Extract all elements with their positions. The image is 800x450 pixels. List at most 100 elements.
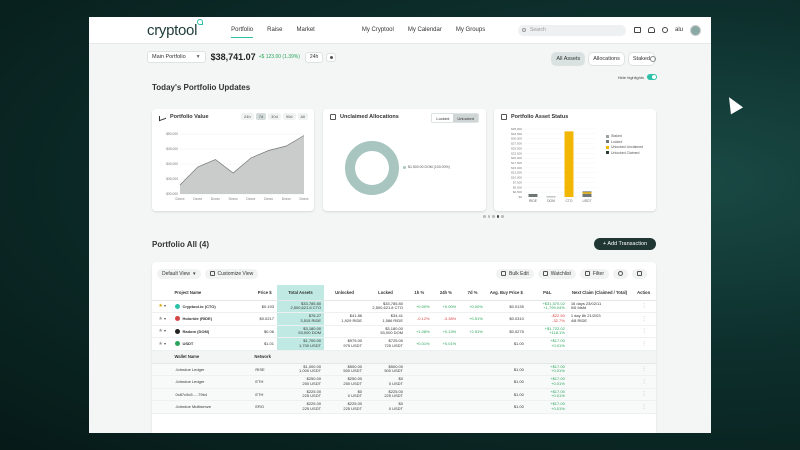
more-icon[interactable]: ⋮ xyxy=(642,316,647,322)
nav-raise[interactable]: Raise xyxy=(267,25,282,35)
expand-caret-icon[interactable]: ▾ xyxy=(164,303,166,308)
carousel-dot[interactable] xyxy=(487,215,490,218)
col-network[interactable]: Network xyxy=(252,350,277,364)
table-row[interactable]: ★ ▾ Cryptool.io (CTO) $0.193 $33,785.80 2,50… xyxy=(152,300,656,313)
mail-icon[interactable] xyxy=(633,27,641,33)
more-icon[interactable]: ⋮ xyxy=(642,366,647,372)
expand-caret-icon[interactable]: ▾ xyxy=(164,328,166,333)
x-tick-label: USDT xyxy=(583,199,592,203)
project-name[interactable]: USDT xyxy=(182,341,193,346)
watchlist-button[interactable]: Watchlist xyxy=(537,268,576,279)
total-assets-cell: $1,000.00 1,000 USDT xyxy=(276,363,325,376)
table-row[interactable]: ★ ▾ Holoride (RIDE) $0.0217 $76.27 3,515 RID… xyxy=(152,312,656,326)
more-icon[interactable]: ⋮ xyxy=(642,303,647,309)
expand-caret-icon[interactable]: ▾ xyxy=(164,341,166,346)
search-input[interactable]: Search xyxy=(517,24,626,36)
unlocked-cell xyxy=(324,300,366,313)
legend-locked: Locked xyxy=(606,140,643,144)
col-24h[interactable]: 24h % xyxy=(432,285,460,301)
portfolio-bar: Main Portfolio ▼ $38,741.07 +$ 123.00 (1.… xyxy=(89,44,711,70)
range-all[interactable]: All xyxy=(297,113,308,120)
more-icon[interactable]: ⋮ xyxy=(642,341,647,347)
wallet-row[interactable]: Johndoe Ledger RISE $1,000.00 1,000 USDT $50… xyxy=(152,363,656,376)
carousel-dot[interactable] xyxy=(496,215,499,218)
view-all-assets[interactable]: All Assets xyxy=(551,52,586,66)
avg-buy-cell: $1.00 xyxy=(485,375,527,389)
hide-highlights-toggle[interactable] xyxy=(647,74,657,80)
col-project-name[interactable]: Project Name xyxy=(172,285,253,301)
star-icon[interactable]: ★ xyxy=(158,303,162,309)
x-tick-label: Dxxxx xyxy=(264,197,273,201)
nav-my-cryptool[interactable]: My Cryptool xyxy=(362,25,394,35)
col-7d[interactable]: 7d % xyxy=(459,285,486,301)
hide-highlights[interactable]: Hide highlights xyxy=(618,74,657,80)
portfolio-all-title: Portfolio All (4) xyxy=(152,240,210,249)
range-24h[interactable]: 24h xyxy=(241,113,254,120)
eye-icon[interactable] xyxy=(326,52,337,62)
toggle-locked[interactable]: Locked xyxy=(432,114,454,122)
carousel-dot[interactable] xyxy=(492,215,495,218)
help-icon[interactable] xyxy=(661,27,668,33)
project-name[interactable]: Cryptool.io (CTO) xyxy=(182,304,215,309)
col-next-claim[interactable]: Next Claim (Claimed / Total) xyxy=(567,285,632,301)
view-allocations[interactable]: Allocations xyxy=(588,52,625,66)
add-transaction-button[interactable]: + Add Transaction xyxy=(594,238,656,250)
project-name[interactable]: Holoride (RIDE) xyxy=(182,316,212,321)
col-locked[interactable]: Locked xyxy=(365,285,406,301)
wallet-row[interactable]: Johndoe Multisenze ERO $225.00 225 USDT $225… xyxy=(152,400,656,414)
period-selector[interactable]: 24h xyxy=(304,51,324,63)
bulk-edit-button[interactable]: Bulk Edit xyxy=(496,268,534,279)
more-icon[interactable]: ⋮ xyxy=(642,379,647,385)
nav-market[interactable]: Market xyxy=(296,25,314,35)
star-icon[interactable]: ★ xyxy=(158,341,162,347)
project-name[interactable]: Radom (DOM) xyxy=(182,329,209,334)
d7-cell: +0.00% xyxy=(459,300,486,313)
area-fill xyxy=(180,135,304,194)
col-price[interactable]: Price $ xyxy=(252,285,277,301)
default-view-select[interactable]: Default View ▾ xyxy=(157,268,201,279)
col-pnl[interactable]: P&L xyxy=(526,285,568,301)
x-tick-label: CTO xyxy=(566,199,573,203)
table-row[interactable]: ★ ▾ Radom (DOM) $0.06 $3,180.00 53,000 DOM $3… xyxy=(152,325,656,338)
wallet-row[interactable]: Johndoe Ledger ETH $250.00 250 USDT $250.00 2… xyxy=(152,375,656,389)
col-unlocked[interactable]: Unlocked xyxy=(324,285,366,301)
filter-button[interactable]: Filter xyxy=(579,268,609,279)
nav-my-calendar[interactable]: My Calendar xyxy=(408,25,442,35)
portfolio-total: $38,741.07 xyxy=(210,52,256,62)
range-7d[interactable]: 7d xyxy=(255,113,267,120)
legend-swatch xyxy=(403,165,406,169)
range-30d[interactable]: 30d xyxy=(268,113,281,120)
avatar[interactable] xyxy=(690,24,701,36)
range-90d[interactable]: 90d xyxy=(282,113,296,120)
y-tick-label: $45,000 xyxy=(166,147,178,151)
bell-icon[interactable] xyxy=(647,27,655,33)
more-icon[interactable]: ⋮ xyxy=(642,328,647,334)
expand-caret-icon[interactable]: ▾ xyxy=(164,316,166,321)
nav-my-groups[interactable]: My Groups xyxy=(456,25,485,35)
carousel-dot[interactable] xyxy=(501,215,504,218)
asset-status-chart: $35,000$32,500$30,000$27,500$25,000$22,5… xyxy=(511,127,596,203)
col-wallet-name[interactable]: Wallet Name xyxy=(172,350,253,364)
star-icon[interactable]: ★ xyxy=(158,316,162,322)
more-icon[interactable]: ⋮ xyxy=(642,404,647,410)
col-1h[interactable]: 1h % xyxy=(406,285,433,301)
user-name[interactable]: alu xyxy=(675,27,683,33)
col-total-assets[interactable]: Total Assets xyxy=(276,285,325,301)
d7-cell: +0.51% xyxy=(459,312,486,326)
portfolio-selector[interactable]: Main Portfolio ▼ xyxy=(147,51,206,63)
logo[interactable]: cryptool xyxy=(147,18,204,39)
toggle-unlocked[interactable]: Unlocked xyxy=(453,114,478,122)
carousel-dot[interactable] xyxy=(483,215,486,218)
coin-icon xyxy=(175,328,181,334)
wallet-row[interactable]: 0x87c9c5.....79b4 ETH $225.00 225 USDT $0 0 U… xyxy=(152,388,656,401)
col-avg-buy[interactable]: Avg. Buy Price $ xyxy=(485,285,527,301)
h24-cell: +0.13% xyxy=(432,325,460,338)
star-icon[interactable]: ★ xyxy=(158,328,162,334)
more-icon[interactable]: ⋮ xyxy=(642,391,647,397)
info-icon[interactable] xyxy=(650,56,656,62)
table-row[interactable]: ★ ▾ USDT $1.01 $1,700.00 1,700 USDT $975.00 97… xyxy=(152,337,656,351)
nav-portfolio[interactable]: Portfolio xyxy=(231,25,254,38)
customize-view-button[interactable]: Customize View xyxy=(204,268,259,279)
table-search-button[interactable] xyxy=(613,268,628,279)
share-button[interactable] xyxy=(632,268,647,279)
